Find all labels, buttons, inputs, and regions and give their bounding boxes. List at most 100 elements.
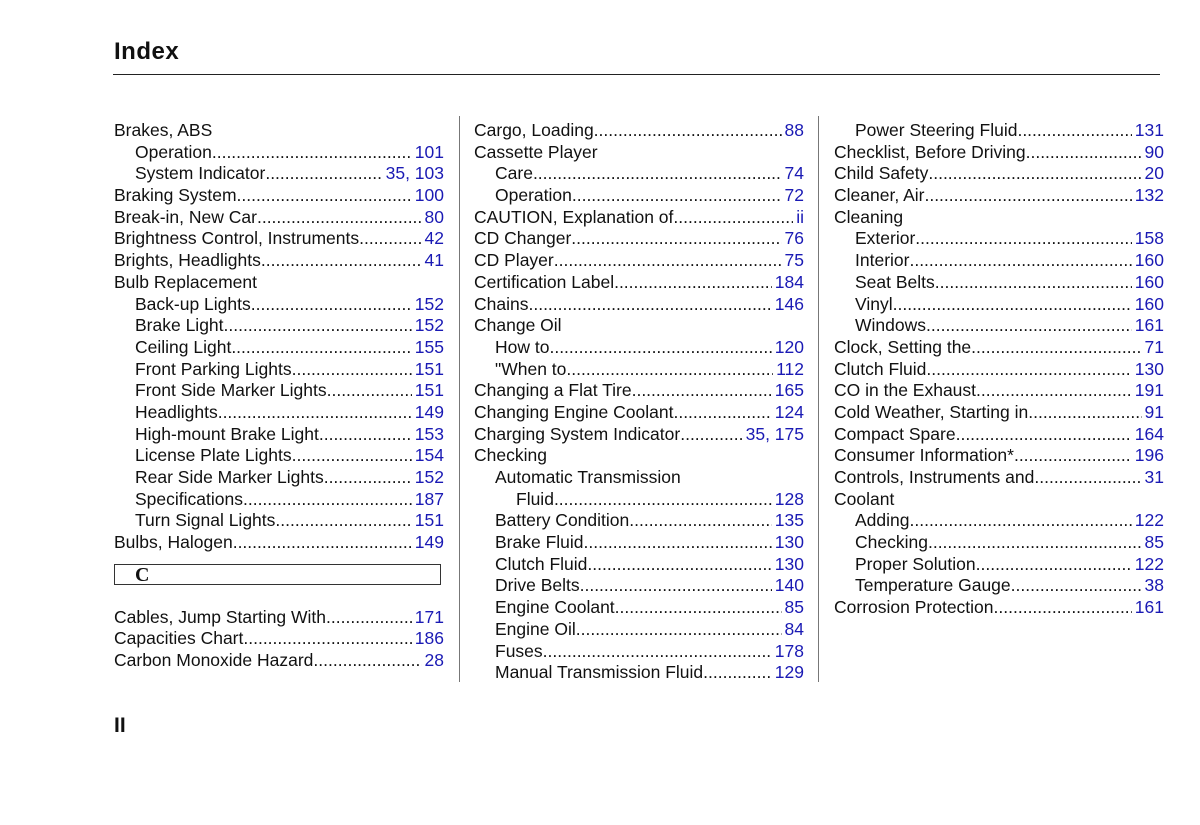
index-entry[interactable]: Clock, Setting the 71 xyxy=(834,337,1164,359)
index-entry[interactable]: Engine Coolant 85 xyxy=(474,597,804,619)
index-entry[interactable]: CAUTION, Explanation of ii xyxy=(474,207,804,229)
page-reference-link[interactable]: 161 xyxy=(1132,597,1164,619)
page-reference-link[interactable]: 20 xyxy=(1142,163,1164,185)
index-entry[interactable]: Controls, Instruments and 31 xyxy=(834,467,1164,489)
page-reference-link[interactable]: 88 xyxy=(782,120,804,142)
index-entry[interactable]: Ceiling Light 155 xyxy=(114,337,444,359)
index-entry[interactable]: Capacities Chart 186 xyxy=(114,628,444,650)
page-reference-link[interactable]: 72 xyxy=(782,185,804,207)
page-reference-link[interactable]: 152 xyxy=(412,294,444,316)
index-entry[interactable]: Checking 85 xyxy=(834,532,1164,554)
page-reference-link[interactable]: 28 xyxy=(422,650,444,672)
index-entry[interactable]: Proper Solution 122 xyxy=(834,554,1164,576)
page-reference-link[interactable]: 38 xyxy=(1142,575,1164,597)
index-entry[interactable]: Drive Belts 140 xyxy=(474,575,804,597)
page-reference-link[interactable]: 122 xyxy=(1132,554,1164,576)
index-entry[interactable]: Cables, Jump Starting With 171 xyxy=(114,607,444,629)
index-entry[interactable]: Consumer Information* 196 xyxy=(834,445,1164,467)
index-entry[interactable]: Brightness Control, Instruments 42 xyxy=(114,228,444,250)
page-reference-link[interactable]: 151 xyxy=(412,510,444,532)
index-entry[interactable]: Charging System Indicator 35, 175 xyxy=(474,424,804,446)
page-reference-link[interactable]: 149 xyxy=(412,402,444,424)
page-reference-link[interactable]: 101 xyxy=(412,142,444,164)
index-entry[interactable]: Cleaner, Air 132 xyxy=(834,185,1164,207)
page-reference-link[interactable]: 100 xyxy=(412,185,444,207)
page-reference-link[interactable]: 164 xyxy=(1132,424,1164,446)
index-entry[interactable]: Braking System 100 xyxy=(114,185,444,207)
index-entry[interactable]: Brake Light 152 xyxy=(114,315,444,337)
page-reference-link[interactable]: 42 xyxy=(422,228,444,250)
page-reference-link[interactable]: 130 xyxy=(1132,359,1164,381)
page-reference-link[interactable]: 160 xyxy=(1132,272,1164,294)
index-entry[interactable]: Bulbs, Halogen 149 xyxy=(114,532,444,554)
page-reference-link[interactable]: 151 xyxy=(412,380,444,402)
index-entry[interactable]: Front Side Marker Lights 151 xyxy=(114,380,444,402)
page-reference-link[interactable]: 165 xyxy=(772,380,804,402)
index-entry[interactable]: Break-in, New Car 80 xyxy=(114,207,444,229)
page-reference-link[interactable]: 158 xyxy=(1132,228,1164,250)
page-reference-link[interactable]: 71 xyxy=(1142,337,1164,359)
index-entry[interactable]: CD Player 75 xyxy=(474,250,804,272)
page-reference-link[interactable]: 75 xyxy=(782,250,804,272)
index-entry[interactable]: Changing Engine Coolant 124 xyxy=(474,402,804,424)
page-reference-link[interactable]: 186 xyxy=(412,628,444,650)
page-reference-link[interactable]: 140 xyxy=(772,575,804,597)
page-reference-link[interactable]: 196 xyxy=(1132,445,1164,467)
page-reference-link[interactable]: 130 xyxy=(772,554,804,576)
index-entry[interactable]: Clutch Fluid 130 xyxy=(834,359,1164,381)
index-entry[interactable]: Brights, Headlights 41 xyxy=(114,250,444,272)
index-entry[interactable]: Checklist, Before Driving 90 xyxy=(834,142,1164,164)
index-entry[interactable]: Adding 122 xyxy=(834,510,1164,532)
page-reference-link[interactable]: ii xyxy=(793,207,804,229)
index-entry[interactable]: Cargo, Loading 88 xyxy=(474,120,804,142)
page-reference-link[interactable]: 161 xyxy=(1132,315,1164,337)
page-reference-link[interactable]: 149 xyxy=(412,532,444,554)
page-reference-link[interactable]: 91 xyxy=(1142,402,1164,424)
index-entry[interactable]: Temperature Gauge 38 xyxy=(834,575,1164,597)
page-reference-link[interactable]: 160 xyxy=(1132,294,1164,316)
page-reference-link[interactable]: 154 xyxy=(412,445,444,467)
index-entry[interactable]: CO in the Exhaust 191 xyxy=(834,380,1164,402)
index-entry[interactable]: Vinyl 160 xyxy=(834,294,1164,316)
page-reference-link[interactable]: 41 xyxy=(422,250,444,272)
index-entry[interactable]: Compact Spare 164 xyxy=(834,424,1164,446)
page-reference-link[interactable]: 146 xyxy=(772,294,804,316)
page-reference-link[interactable]: 35, 175 xyxy=(743,424,804,446)
page-reference-link[interactable]: 151 xyxy=(412,359,444,381)
page-reference-link[interactable]: 135 xyxy=(772,510,804,532)
page-reference-link[interactable]: 191 xyxy=(1132,380,1164,402)
page-reference-link[interactable]: 35, 103 xyxy=(383,163,444,185)
index-entry[interactable]: Brake Fluid 130 xyxy=(474,532,804,554)
page-reference-link[interactable]: 132 xyxy=(1132,185,1164,207)
page-reference-link[interactable]: 122 xyxy=(1132,510,1164,532)
index-entry[interactable]: Corrosion Protection 161 xyxy=(834,597,1164,619)
page-reference-link[interactable]: 184 xyxy=(772,272,804,294)
index-entry[interactable]: Exterior 158 xyxy=(834,228,1164,250)
index-entry[interactable]: Manual Transmission Fluid 129 xyxy=(474,662,804,684)
index-entry[interactable]: CD Changer 76 xyxy=(474,228,804,250)
page-reference-link[interactable]: 160 xyxy=(1132,250,1164,272)
page-reference-link[interactable]: 178 xyxy=(772,641,804,663)
index-entry[interactable]: Fluid 128 xyxy=(474,489,804,511)
page-reference-link[interactable]: 152 xyxy=(412,467,444,489)
page-reference-link[interactable]: 129 xyxy=(772,662,804,684)
index-entry[interactable]: Power Steering Fluid 131 xyxy=(834,120,1164,142)
page-reference-link[interactable]: 155 xyxy=(412,337,444,359)
page-reference-link[interactable]: 80 xyxy=(422,207,444,229)
index-entry[interactable]: Front Parking Lights 151 xyxy=(114,359,444,381)
index-entry[interactable]: Back-up Lights 152 xyxy=(114,294,444,316)
page-reference-link[interactable]: 84 xyxy=(782,619,804,641)
index-entry[interactable]: Clutch Fluid 130 xyxy=(474,554,804,576)
page-reference-link[interactable]: 74 xyxy=(782,163,804,185)
page-reference-link[interactable]: 31 xyxy=(1142,467,1164,489)
page-reference-link[interactable]: 131 xyxy=(1132,120,1164,142)
page-reference-link[interactable]: 130 xyxy=(772,532,804,554)
index-entry[interactable]: Headlights 149 xyxy=(114,402,444,424)
page-reference-link[interactable]: 76 xyxy=(782,228,804,250)
index-entry[interactable]: Operation 101 xyxy=(114,142,444,164)
index-entry[interactable]: Seat Belts 160 xyxy=(834,272,1164,294)
index-entry[interactable]: High-mount Brake Light 153 xyxy=(114,424,444,446)
index-entry[interactable]: System Indicator 35, 103 xyxy=(114,163,444,185)
page-reference-link[interactable]: 153 xyxy=(412,424,444,446)
page-reference-link[interactable]: 128 xyxy=(772,489,804,511)
